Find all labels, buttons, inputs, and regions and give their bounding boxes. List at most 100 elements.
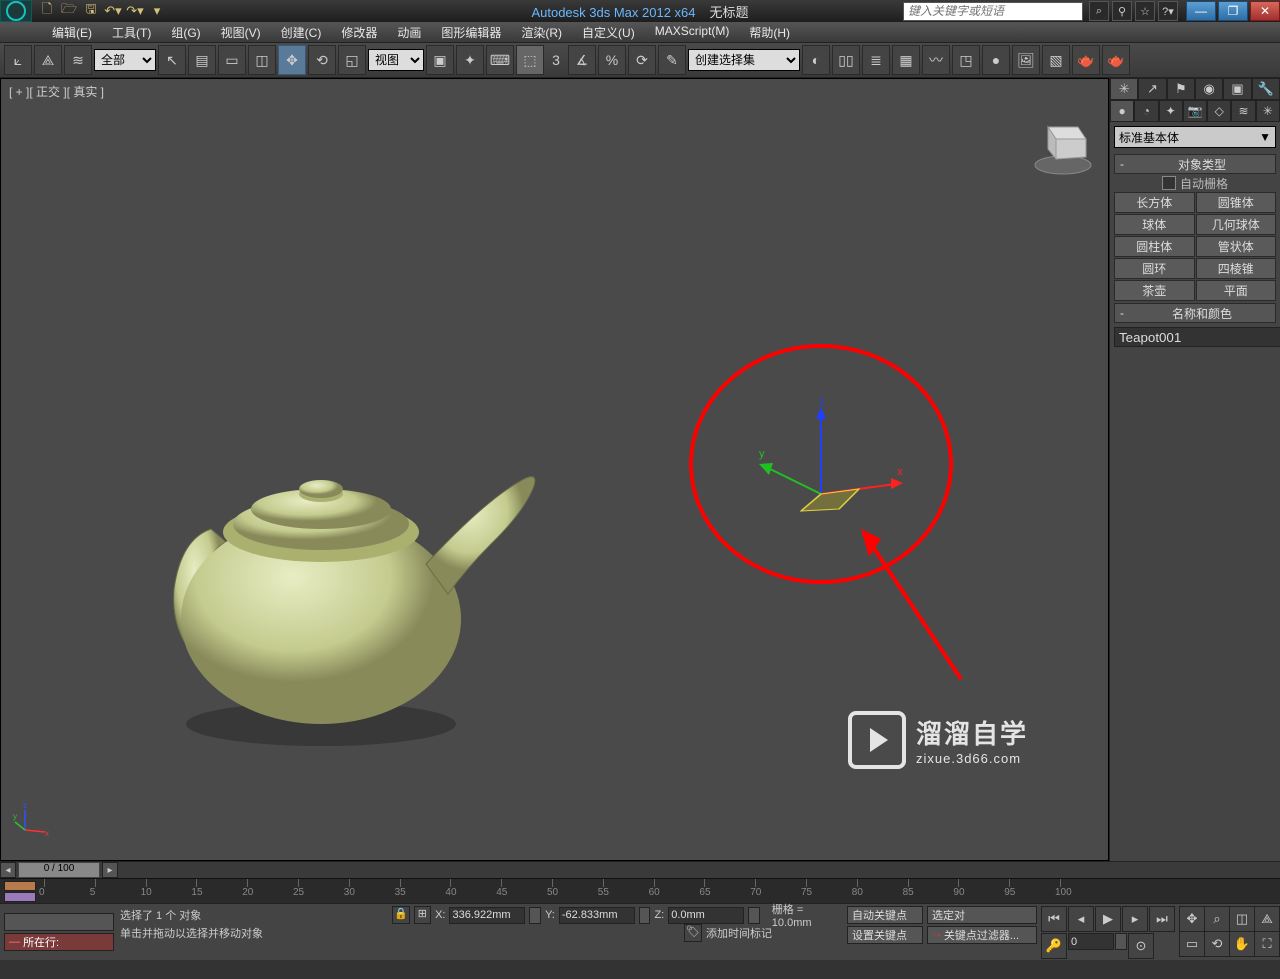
spinner-z[interactable]	[748, 907, 760, 924]
snap-toggle-icon[interactable]: ⬚	[516, 45, 544, 75]
select-region-rect-icon[interactable]: ▭	[218, 45, 246, 75]
menu-create[interactable]: 创建(C)	[271, 22, 332, 42]
link-icon[interactable]: ⟀	[4, 45, 32, 75]
goto-end-icon[interactable]: ⏭	[1149, 906, 1175, 932]
viewport-label[interactable]: [ + ][ 正交 ][ 真实 ]	[9, 83, 104, 100]
help-icon[interactable]: ?▾	[1158, 1, 1178, 21]
prim-teapot[interactable]: 茶壶	[1114, 280, 1195, 301]
orbit-icon[interactable]: ⟲	[1204, 931, 1230, 957]
qat-dropdown-icon[interactable]: ▾	[148, 2, 166, 20]
comm-center-icon[interactable]: ⚲	[1112, 1, 1132, 21]
pan-view-icon[interactable]: ✥	[1179, 906, 1205, 932]
spinner-y[interactable]	[639, 907, 651, 924]
angle-snap-icon[interactable]: ∡	[568, 45, 596, 75]
lock-selection-icon[interactable]: 🔒	[392, 906, 409, 924]
frame-spinner[interactable]	[1115, 933, 1127, 950]
next-frame-icon[interactable]: ▸	[1122, 906, 1148, 932]
select-manipulate-icon[interactable]: ✦	[456, 45, 484, 75]
app-menu-button[interactable]	[0, 0, 32, 22]
prim-box[interactable]: 长方体	[1114, 192, 1195, 213]
mirror-icon[interactable]: ◐	[802, 45, 830, 75]
use-pivot-center-icon[interactable]: ▣	[426, 45, 454, 75]
tab-modify[interactable]: ↗	[1138, 78, 1166, 100]
zoom-extents-icon[interactable]: ⌕	[1204, 906, 1230, 932]
select-object-icon[interactable]: ↖	[158, 45, 186, 75]
fov-icon[interactable]: ⟁	[1254, 906, 1280, 932]
sub-lights-icon[interactable]: ✦	[1159, 100, 1183, 122]
time-tag-icon[interactable]: 🏷	[684, 924, 702, 942]
menu-maxscript[interactable]: MAXScript(M)	[645, 22, 740, 42]
timeline-scrub[interactable]: ◂ 0 / 100 ▸	[0, 861, 1280, 878]
viewcube[interactable]	[1028, 109, 1098, 179]
prim-cone[interactable]: 圆锥体	[1196, 192, 1277, 213]
rendered-frame-icon[interactable]: ▧	[1042, 45, 1070, 75]
time-config-icon[interactable]: ⊙	[1128, 933, 1154, 959]
named-selection-dropdown[interactable]: 创建选择集	[688, 49, 800, 71]
category-dropdown[interactable]: 标准基本体▼	[1114, 126, 1276, 148]
undo-icon[interactable]: ↶▾	[104, 2, 122, 20]
search-input[interactable]	[903, 2, 1083, 21]
bind-spacewarp-icon[interactable]: ≋	[64, 45, 92, 75]
sub-spacewarps-icon[interactable]: ≋	[1231, 100, 1255, 122]
teapot-object[interactable]	[126, 444, 546, 774]
search-icon[interactable]: ⌕	[1089, 1, 1109, 21]
spinner-x[interactable]	[529, 907, 541, 924]
layers-icon[interactable]: ≣	[862, 45, 890, 75]
coord-x-input[interactable]	[449, 907, 525, 924]
timeline-left-icon[interactable]: ◂	[0, 862, 16, 878]
menu-animation[interactable]: 动画	[387, 22, 431, 42]
menu-tools[interactable]: 工具(T)	[102, 22, 161, 42]
sub-cameras-icon[interactable]: 📷	[1183, 100, 1207, 122]
selected-only-dropdown[interactable]: 选定对	[927, 906, 1037, 924]
zoom-all-icon[interactable]: ◫	[1229, 906, 1255, 932]
key-mode-icon[interactable]: 🔑	[1041, 933, 1067, 959]
redo-icon[interactable]: ↷▾	[126, 2, 144, 20]
prev-frame-icon[interactable]: ◂	[1068, 906, 1094, 932]
tab-utilities[interactable]: 🔧	[1252, 78, 1280, 100]
schematic-view-icon[interactable]: ◳	[952, 45, 980, 75]
ref-coord-dropdown[interactable]: 视图	[368, 49, 424, 71]
prim-sphere[interactable]: 球体	[1114, 214, 1195, 235]
spinner-snap-icon[interactable]: ⟳	[628, 45, 656, 75]
prim-cylinder[interactable]: 圆柱体	[1114, 236, 1195, 257]
rollout-name-color[interactable]: -名称和颜色	[1114, 303, 1276, 323]
align-icon[interactable]: ▯▯	[832, 45, 860, 75]
set-key-button[interactable]: 设置关键点	[847, 926, 923, 944]
prim-plane[interactable]: 平面	[1196, 280, 1277, 301]
add-time-tag[interactable]: 添加时间标记	[706, 925, 772, 941]
keyboard-shortcut-icon[interactable]: ⌨	[486, 45, 514, 75]
object-name-input[interactable]	[1114, 327, 1280, 347]
tab-hierarchy[interactable]: ⚑	[1167, 78, 1195, 100]
time-slider[interactable]: 0 / 100	[18, 862, 100, 878]
tab-display[interactable]: ▣	[1223, 78, 1251, 100]
percent-snap-icon[interactable]: %	[598, 45, 626, 75]
new-icon[interactable]: 🗋	[38, 2, 56, 20]
transform-gizmo[interactable]: z x y	[721, 399, 921, 559]
maxscript-mini-listener-2[interactable]: — 所在行:	[4, 933, 114, 951]
prim-torus[interactable]: 圆环	[1114, 258, 1195, 279]
trackbar-key-icon[interactable]	[4, 881, 36, 891]
curve-editor-icon[interactable]: 〰	[922, 45, 950, 75]
render-setup-icon[interactable]: 🖼	[1012, 45, 1040, 75]
save-icon[interactable]: 🖫	[82, 2, 100, 20]
select-by-name-icon[interactable]: ▤	[188, 45, 216, 75]
material-editor-icon[interactable]: ●	[982, 45, 1010, 75]
coord-z-input[interactable]	[668, 907, 744, 924]
menu-views[interactable]: 视图(V)	[211, 22, 271, 42]
menu-edit[interactable]: 编辑(E)	[42, 22, 102, 42]
menu-rendering[interactable]: 渲染(R)	[511, 22, 572, 42]
sub-helpers-icon[interactable]: ◇	[1207, 100, 1231, 122]
menu-grapheditors[interactable]: 图形编辑器	[431, 22, 511, 42]
track-bar[interactable]: /* ticks drawn below in binder */ 051015…	[0, 878, 1280, 903]
maximize-button[interactable]: ❐	[1218, 1, 1248, 21]
edit-named-sel-icon[interactable]: ✎	[658, 45, 686, 75]
select-scale-icon[interactable]: ◱	[338, 45, 366, 75]
select-move-icon[interactable]: ✥	[278, 45, 306, 75]
minimize-button[interactable]: —	[1186, 1, 1216, 21]
menu-modifiers[interactable]: 修改器	[331, 22, 387, 42]
autogrid-checkbox[interactable]: 自动栅格	[1110, 174, 1280, 192]
max-toggle-icon[interactable]: ⛶	[1254, 931, 1280, 957]
sub-geometry-icon[interactable]: ●	[1110, 100, 1134, 122]
open-icon[interactable]: 🗁	[60, 2, 78, 20]
zoom-region-icon[interactable]: ▭	[1179, 931, 1205, 957]
